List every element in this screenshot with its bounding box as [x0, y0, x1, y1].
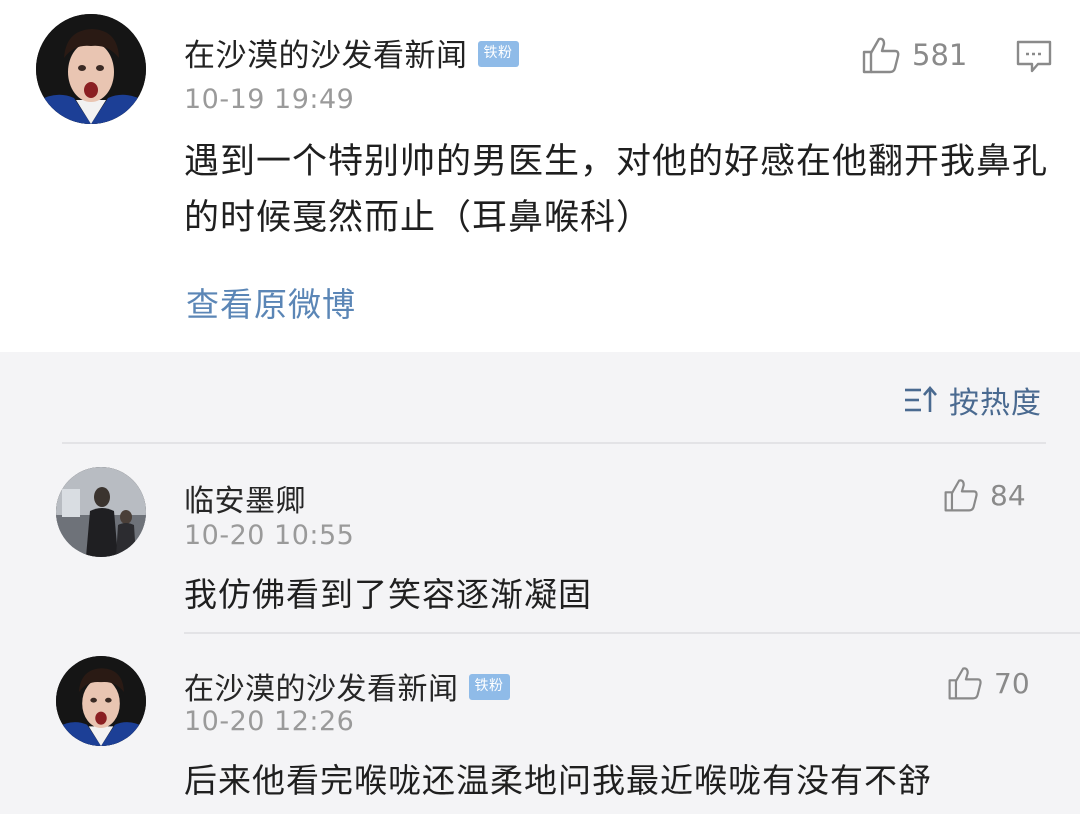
- comment-username[interactable]: 临安墨卿: [184, 476, 306, 520]
- avatar-image: [56, 656, 146, 746]
- comment-like-count: 70: [994, 666, 1030, 700]
- comment-username[interactable]: 在沙漠的沙发看新闻 铁粉: [184, 664, 510, 708]
- post-body: 遇到一个特别帅的男医生，对他的好感在他翻开我鼻孔的时候戛然而止（耳鼻喉科）: [184, 142, 1049, 238]
- avatar-image: [36, 14, 146, 124]
- comment-icon[interactable]: [1014, 38, 1054, 74]
- divider: [62, 442, 1046, 444]
- comments-section: 按热度 临安墨卿 10-20 10:55 84 我仿佛看到了笑容逐渐凝固 在沙漠…: [0, 352, 1080, 814]
- comment-timestamp: 10-20 10:55: [184, 520, 355, 551]
- sort-icon: [905, 386, 937, 412]
- main-post: 在沙漠的沙发看新闻 铁粉 10-19 19:49 581 遇到一个特别帅的男医生，…: [0, 0, 1080, 352]
- avatar-image: [56, 467, 146, 557]
- fan-badge: 铁粉: [468, 673, 510, 700]
- post-username-text[interactable]: 在沙漠的沙发看新闻: [184, 38, 468, 74]
- post-timestamp: 10-19 19:49: [184, 84, 355, 115]
- comment-like-count: 84: [990, 478, 1026, 512]
- thumbs-up-icon: [862, 37, 900, 74]
- avatar[interactable]: [56, 467, 146, 557]
- comment-text: 我仿佛看到了笑容逐渐凝固: [184, 575, 592, 614]
- fan-badge: 铁粉: [477, 40, 519, 67]
- view-original-link[interactable]: 查看原微博: [186, 278, 356, 326]
- comment-timestamp: 10-20 12:26: [184, 706, 355, 737]
- thumbs-up-icon: [944, 479, 978, 512]
- post-like-count: 581: [912, 38, 968, 72]
- post-like-button[interactable]: 581: [860, 34, 967, 76]
- sort-toggle[interactable]: 按热度: [903, 378, 1042, 422]
- avatar[interactable]: [36, 14, 146, 124]
- weibo-comment-page: 在沙漠的沙发看新闻 铁粉 10-19 19:49 581 遇到一个特别帅的男医生，…: [0, 0, 1080, 814]
- comment-username-text[interactable]: 在沙漠的沙发看新闻: [184, 672, 459, 707]
- avatar[interactable]: [56, 656, 146, 746]
- post-username[interactable]: 在沙漠的沙发看新闻 铁粉: [184, 30, 519, 75]
- sort-label: 按热度: [949, 386, 1042, 421]
- divider: [184, 632, 1080, 634]
- comment-like-button[interactable]: 70: [946, 664, 1030, 702]
- comment-like-button[interactable]: 84: [942, 476, 1026, 514]
- thumbs-up-icon: [948, 667, 982, 700]
- comment-text: 后来他看完喉咙还温柔地问我最近喉咙有没有不舒: [184, 761, 932, 800]
